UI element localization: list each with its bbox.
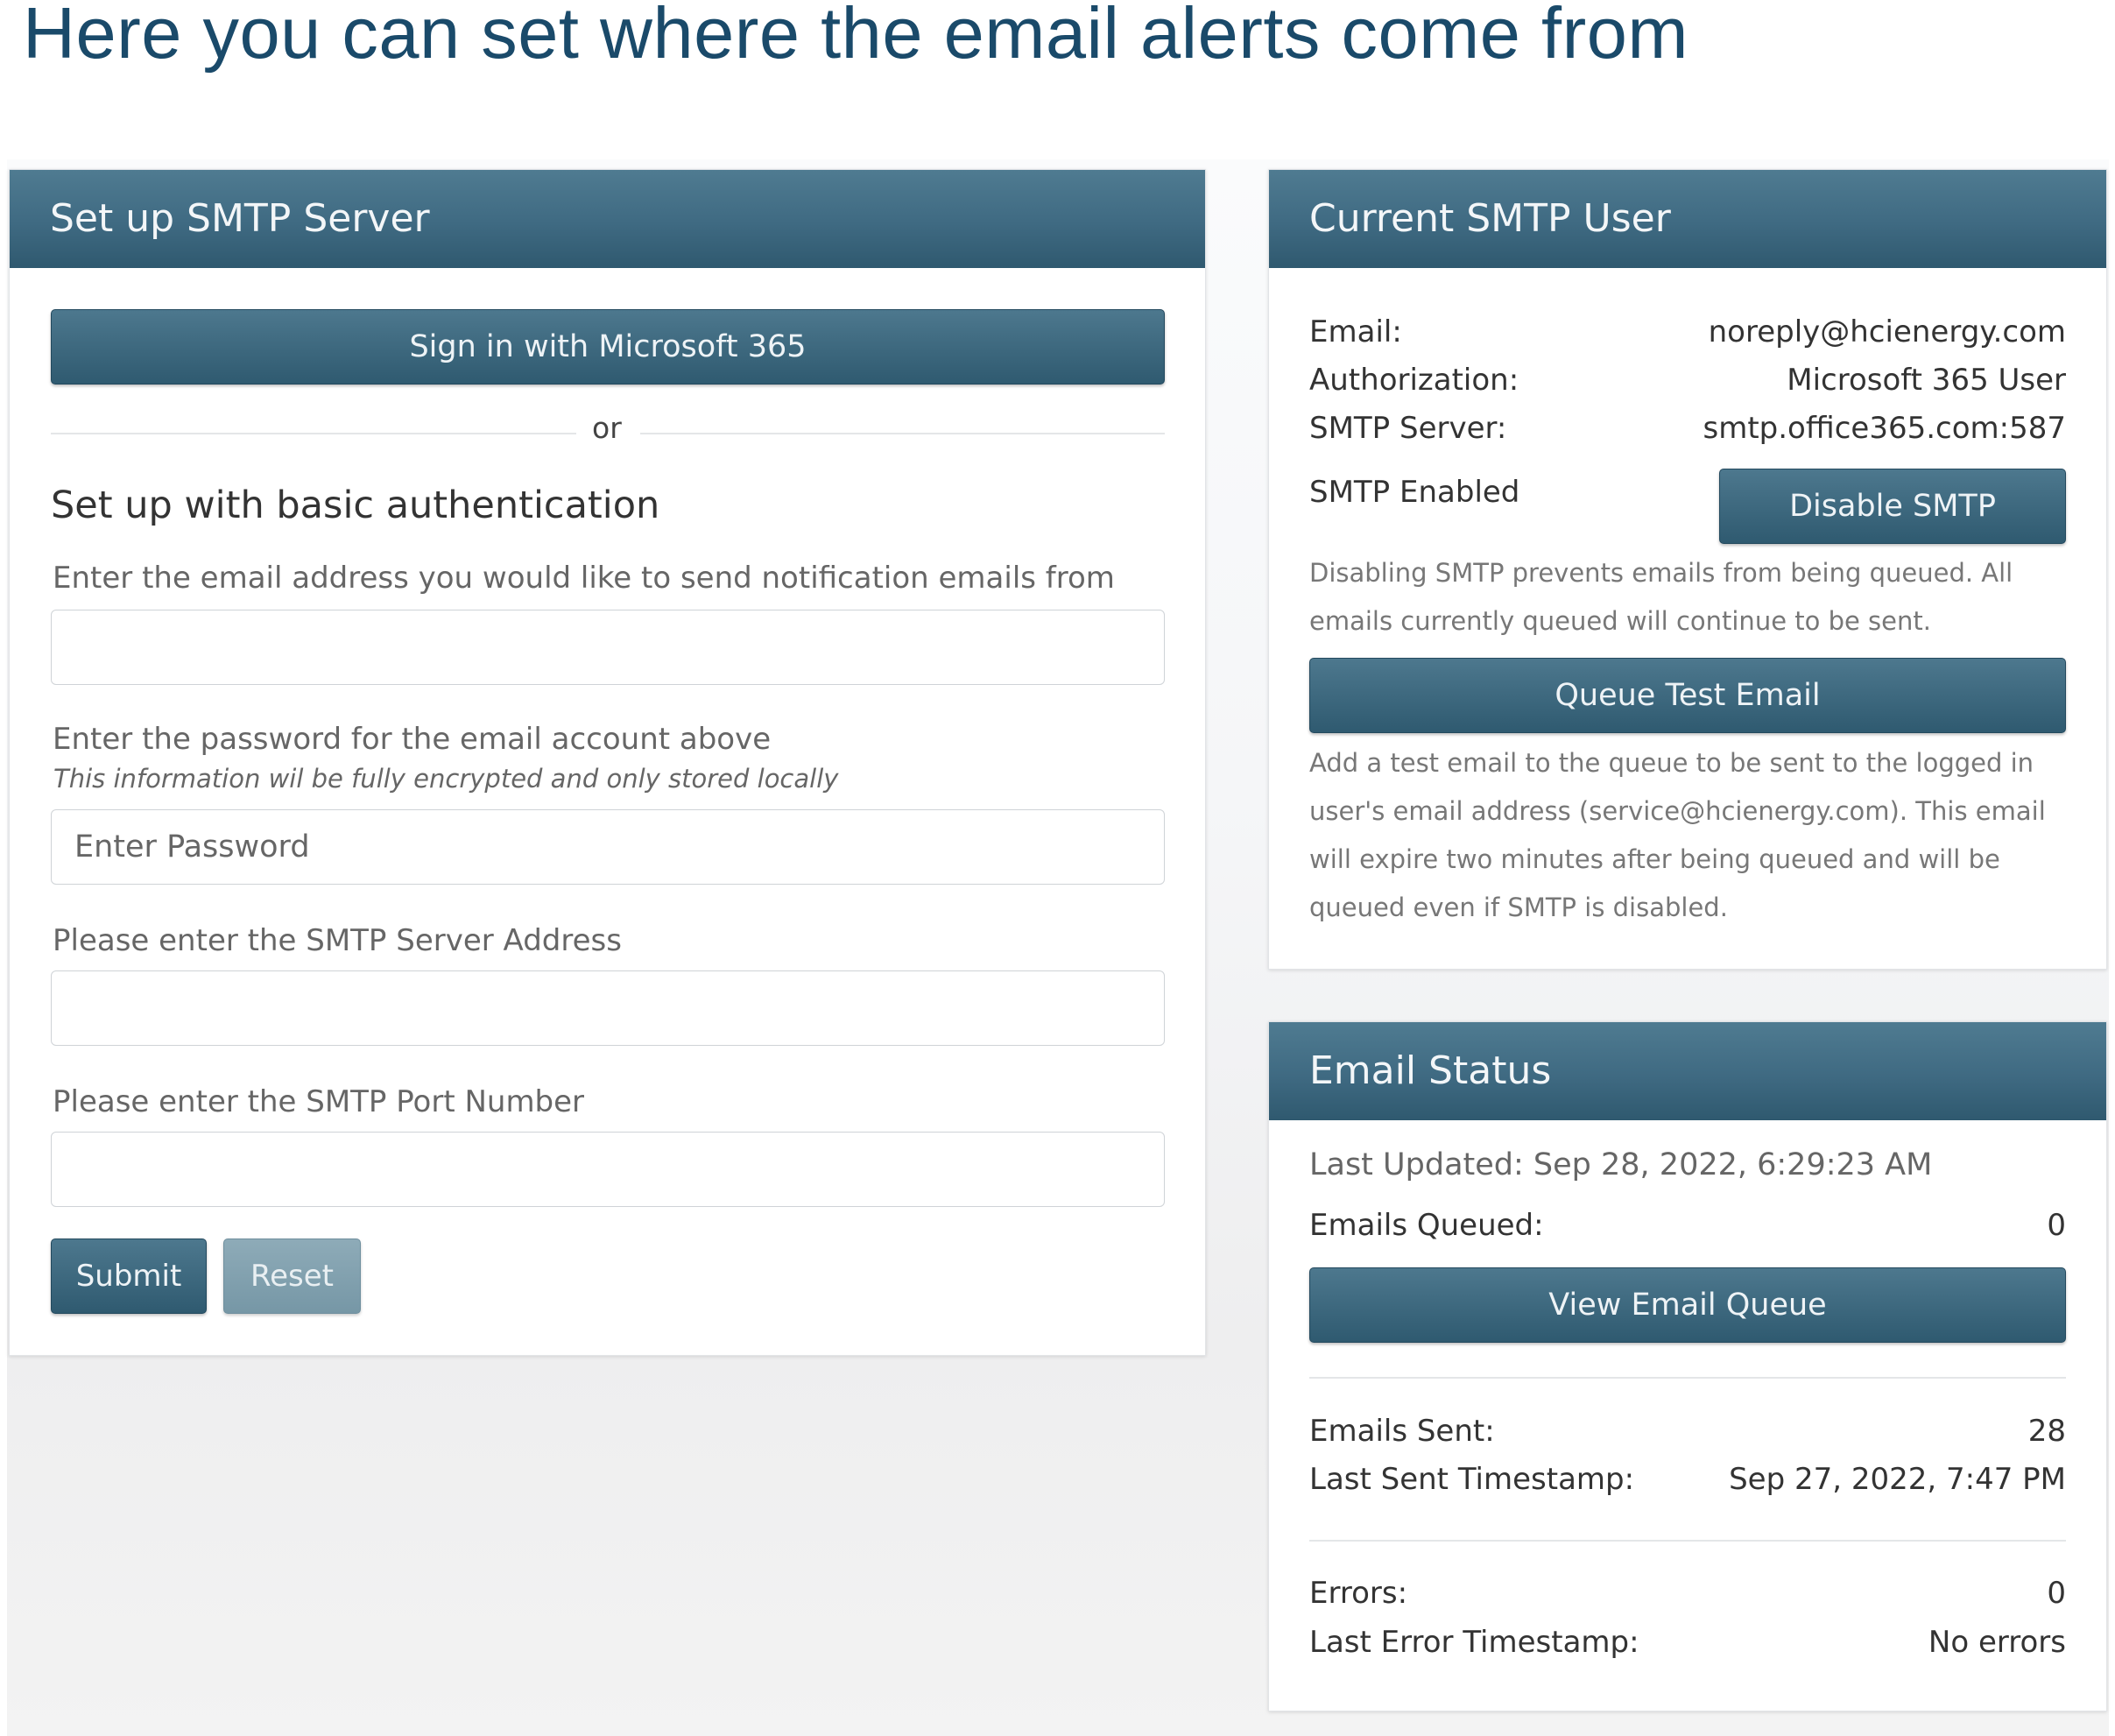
errors-value: 0 (2047, 1576, 2066, 1611)
smtp-server-address-input[interactable] (51, 970, 1165, 1046)
current-smtp-user-panel-title: Current SMTP User (1269, 170, 2106, 268)
smtp-port-label: Please enter the SMTP Port Number (53, 1084, 585, 1119)
status-divider-2 (1309, 1540, 2066, 1542)
email-address-label: Enter the email address you would like t… (53, 561, 1115, 596)
queue-test-email-button[interactable]: Queue Test Email (1309, 658, 2066, 733)
errors-label: Errors: (1309, 1576, 1408, 1611)
basic-auth-heading: Set up with basic authentication (51, 483, 660, 527)
emails-sent-value: 28 (2027, 1414, 2066, 1449)
email-status-panel-title: Email Status (1269, 1022, 2106, 1120)
last-updated-text: Last Updated: Sep 28, 2022, 6:29:23 AM (1309, 1147, 1933, 1182)
password-label: Enter the password for the email account… (53, 722, 772, 757)
status-divider-1 (1309, 1377, 2066, 1379)
sign-in-microsoft-365-button[interactable]: Sign in with Microsoft 365 (51, 309, 1165, 385)
email-address-input[interactable] (51, 610, 1165, 685)
last-error-timestamp-label: Last Error Timestamp: (1309, 1625, 1639, 1660)
current-email-value: noreply@hcienergy.com (1708, 314, 2066, 349)
emails-queued-label: Emails Queued: (1309, 1208, 1544, 1243)
or-divider-left (51, 433, 576, 434)
view-email-queue-button[interactable]: View Email Queue (1309, 1267, 2066, 1343)
smtp-server-label: SMTP Server: (1309, 411, 1507, 446)
authorization-value: Microsoft 365 User (1787, 363, 2066, 398)
emails-sent-label: Emails Sent: (1309, 1414, 1495, 1449)
smtp-server-value: smtp.office365.com:587 (1703, 411, 2066, 446)
current-email-label: Email: (1309, 314, 1402, 349)
password-input[interactable] (51, 809, 1165, 885)
last-sent-timestamp-value: Sep 27, 2022, 7:47 PM (1729, 1462, 2066, 1497)
or-divider-right (640, 433, 1165, 434)
setup-smtp-panel-title: Set up SMTP Server (10, 170, 1205, 268)
reset-button[interactable]: Reset (223, 1238, 361, 1314)
page-headline: Here you can set where the email alerts … (23, 0, 1689, 74)
last-error-timestamp-value: No errors (1928, 1625, 2066, 1660)
setup-smtp-panel: Set up SMTP Server Sign in with Microsof… (9, 169, 1206, 1356)
authorization-label: Authorization: (1309, 363, 1519, 398)
disable-smtp-note: Disabling SMTP prevents emails from bein… (1309, 558, 2013, 636)
emails-queued-value: 0 (2047, 1208, 2066, 1243)
submit-button[interactable]: Submit (51, 1238, 207, 1314)
smtp-enabled-label: SMTP Enabled (1309, 475, 1520, 510)
email-status-panel: Email Status Last Updated: Sep 28, 2022,… (1268, 1021, 2107, 1711)
smtp-server-address-label: Please enter the SMTP Server Address (53, 923, 622, 958)
smtp-port-input[interactable] (51, 1132, 1165, 1207)
password-hint: This information wil be fully encrypted … (53, 764, 839, 794)
or-text: or (592, 411, 622, 445)
disable-smtp-button[interactable]: Disable SMTP (1719, 469, 2066, 544)
last-sent-timestamp-label: Last Sent Timestamp: (1309, 1462, 1635, 1497)
queue-test-email-note: Add a test email to the queue to be sent… (1309, 748, 2046, 922)
current-smtp-user-panel: Current SMTP User Email: noreply@hciener… (1268, 169, 2107, 970)
